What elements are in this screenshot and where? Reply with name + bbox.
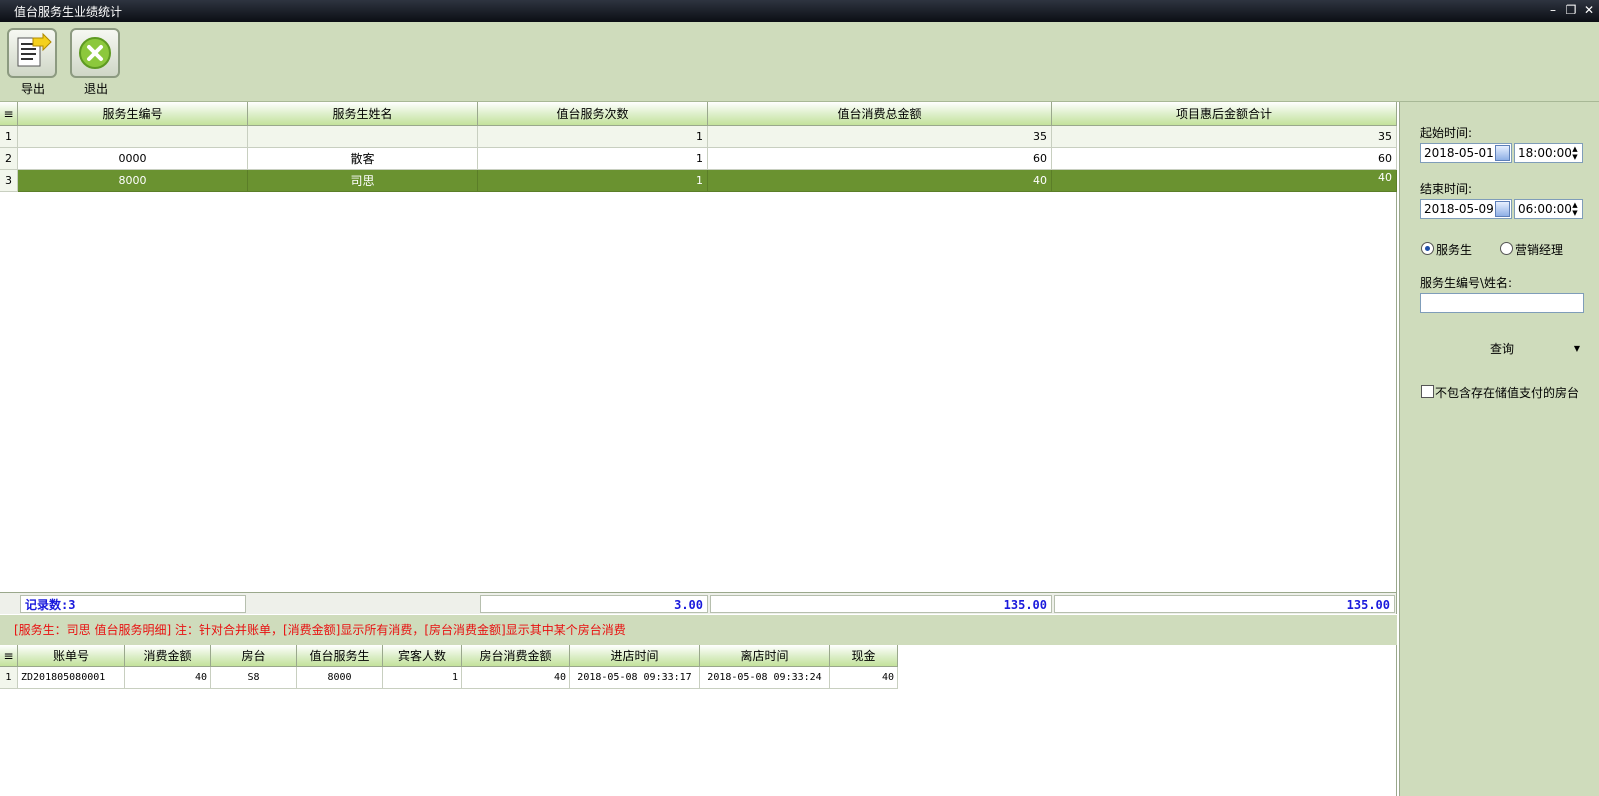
table-cell[interactable]: 1 xyxy=(478,170,708,192)
table-cell[interactable]: 8000 xyxy=(18,170,248,192)
table-cell[interactable]: 8000 xyxy=(297,667,383,689)
detail-grid: ≡ 账单号 消费金额 房台 值台服务生 宾客人数 房台消费金额 进店时间 离店时… xyxy=(0,645,1397,796)
id-name-label: 服务生编号\姓名: xyxy=(1420,276,1513,290)
summary-total-sum: 135.00 xyxy=(710,595,1052,613)
column-header-in-time[interactable]: 进店时间 xyxy=(570,645,700,667)
table-cell[interactable]: 1 xyxy=(478,126,708,148)
table-cell[interactable]: 60 xyxy=(708,148,1052,170)
toolbar: 导出 退出 xyxy=(0,22,1599,102)
exit-icon xyxy=(70,28,120,78)
start-date-picker[interactable]: 2018-05-01 xyxy=(1420,143,1512,163)
table-cell[interactable]: 2018-05-08 09:33:17 xyxy=(570,667,700,689)
summary-count-total: 3.00 xyxy=(480,595,708,613)
summary-row: 记录数:3 3.00 135.00 135.00 xyxy=(0,592,1397,614)
column-header-amount[interactable]: 消费金额 xyxy=(125,645,211,667)
title-bar: 值台服务生业绩统计 – ❐ ✕ xyxy=(0,0,1599,22)
exit-label: 退出 xyxy=(83,82,108,96)
id-name-input[interactable] xyxy=(1420,293,1584,313)
query-label: 查询 xyxy=(1489,342,1514,356)
end-date-value: 2018-05-09 xyxy=(1424,202,1494,216)
column-header-guests[interactable]: 宾客人数 xyxy=(383,645,462,667)
table-cell[interactable]: 40 xyxy=(462,667,570,689)
grid-menu-icon[interactable]: ≡ xyxy=(0,102,18,126)
column-header-room[interactable]: 房台 xyxy=(211,645,297,667)
radio-waiter-label[interactable]: 服务生 xyxy=(1436,241,1472,258)
row-number[interactable]: 1 xyxy=(0,126,18,148)
table-cell[interactable] xyxy=(248,126,478,148)
start-date-value: 2018-05-01 xyxy=(1424,146,1494,160)
end-date-picker[interactable]: 2018-05-09 xyxy=(1420,199,1512,219)
column-header-out-time[interactable]: 离店时间 xyxy=(700,645,830,667)
column-header-waiter-name[interactable]: 服务生姓名 xyxy=(248,102,478,126)
table-cell[interactable]: ZD201805080001 xyxy=(18,667,125,689)
table-cell[interactable]: 40 xyxy=(125,667,211,689)
table-cell[interactable]: 35 xyxy=(708,126,1052,148)
table-cell[interactable]: 1 xyxy=(478,148,708,170)
detail-note: [服务生：司思 值台服务明细] 注：针对合并账单，[消费金额]显示所有消费，[房… xyxy=(0,615,1397,645)
table-cell[interactable]: 司思 xyxy=(248,170,478,192)
window-title: 值台服务生业绩统计 xyxy=(14,5,123,19)
start-time-spinner[interactable]: 18:00:00 ▲ ▼ xyxy=(1514,143,1583,163)
restore-icon[interactable]: ❐ xyxy=(1563,1,1579,19)
table-cell[interactable]: 40 xyxy=(1052,170,1397,192)
summary-empty xyxy=(248,595,478,613)
detail-grid-menu-icon[interactable]: ≡ xyxy=(0,645,18,667)
column-header-waiter-id[interactable]: 服务生编号 xyxy=(18,102,248,126)
column-header-service-count[interactable]: 值台服务次数 xyxy=(478,102,708,126)
start-time-value: 18:00:00 xyxy=(1518,146,1572,160)
calendar-icon[interactable] xyxy=(1495,145,1510,161)
end-time-label: 结束时间: xyxy=(1420,182,1473,196)
filter-panel: 起始时间: 2018-05-01 18:00:00 ▲ ▼ 结束时间: 2018-… xyxy=(1399,102,1599,796)
summary-after-sum: 135.00 xyxy=(1054,595,1395,613)
export-icon xyxy=(7,28,57,78)
column-header-bill-no[interactable]: 账单号 xyxy=(18,645,125,667)
column-header-total-amount[interactable]: 值台消费总金额 xyxy=(708,102,1052,126)
performance-grid: ≡ 服务生编号 服务生姓名 值台服务次数 值台消费总金额 项目惠后金额合计 1 … xyxy=(0,102,1397,592)
spinner-arrows-icon[interactable]: ▲ ▼ xyxy=(1569,145,1581,161)
table-cell[interactable]: 2018-05-08 09:33:24 xyxy=(700,667,830,689)
column-header-room-amount[interactable]: 房台消费金额 xyxy=(462,645,570,667)
table-cell[interactable]: 60 xyxy=(1052,148,1397,170)
dropdown-arrow-icon[interactable]: ▼ xyxy=(1574,338,1580,360)
row-number[interactable]: 1 xyxy=(0,667,18,689)
column-header-waiter[interactable]: 值台服务生 xyxy=(297,645,383,667)
column-header-after-discount[interactable]: 项目惠后金额合计 xyxy=(1052,102,1397,126)
radio-manager[interactable] xyxy=(1500,242,1513,255)
export-label: 导出 xyxy=(20,82,45,96)
row-number[interactable]: 3 xyxy=(0,170,18,192)
exit-button[interactable]: 退出 xyxy=(70,28,122,98)
column-header-cash[interactable]: 现金 xyxy=(830,645,898,667)
row-number[interactable]: 2 xyxy=(0,148,18,170)
end-time-spinner[interactable]: 06:00:00 ▲ ▼ xyxy=(1514,199,1583,219)
close-icon[interactable]: ✕ xyxy=(1581,1,1597,19)
exclude-stored-value-label[interactable]: 不包含存在储值支付的房台 xyxy=(1435,384,1579,401)
start-time-label: 起始时间: xyxy=(1420,126,1473,140)
radio-waiter[interactable] xyxy=(1421,242,1434,255)
record-count: 记录数:3 xyxy=(20,595,246,613)
table-cell[interactable]: 40 xyxy=(830,667,898,689)
table-cell[interactable]: 40 xyxy=(708,170,1052,192)
table-cell[interactable]: S8 xyxy=(211,667,297,689)
table-cell[interactable]: 0000 xyxy=(18,148,248,170)
table-cell[interactable]: 散客 xyxy=(248,148,478,170)
radio-manager-label[interactable]: 营销经理 xyxy=(1515,241,1563,258)
export-button[interactable]: 导出 xyxy=(7,28,59,98)
exclude-stored-value-checkbox[interactable] xyxy=(1421,385,1434,398)
calendar-icon[interactable] xyxy=(1495,201,1510,217)
table-cell[interactable]: 1 xyxy=(383,667,462,689)
query-button[interactable]: 查询 ▼ xyxy=(1420,338,1584,360)
end-time-value: 06:00:00 xyxy=(1518,202,1572,216)
minimize-icon[interactable]: – xyxy=(1545,1,1561,19)
table-cell[interactable] xyxy=(18,126,248,148)
spinner-arrows-icon[interactable]: ▲ ▼ xyxy=(1569,201,1581,217)
table-cell[interactable]: 35 xyxy=(1052,126,1397,148)
